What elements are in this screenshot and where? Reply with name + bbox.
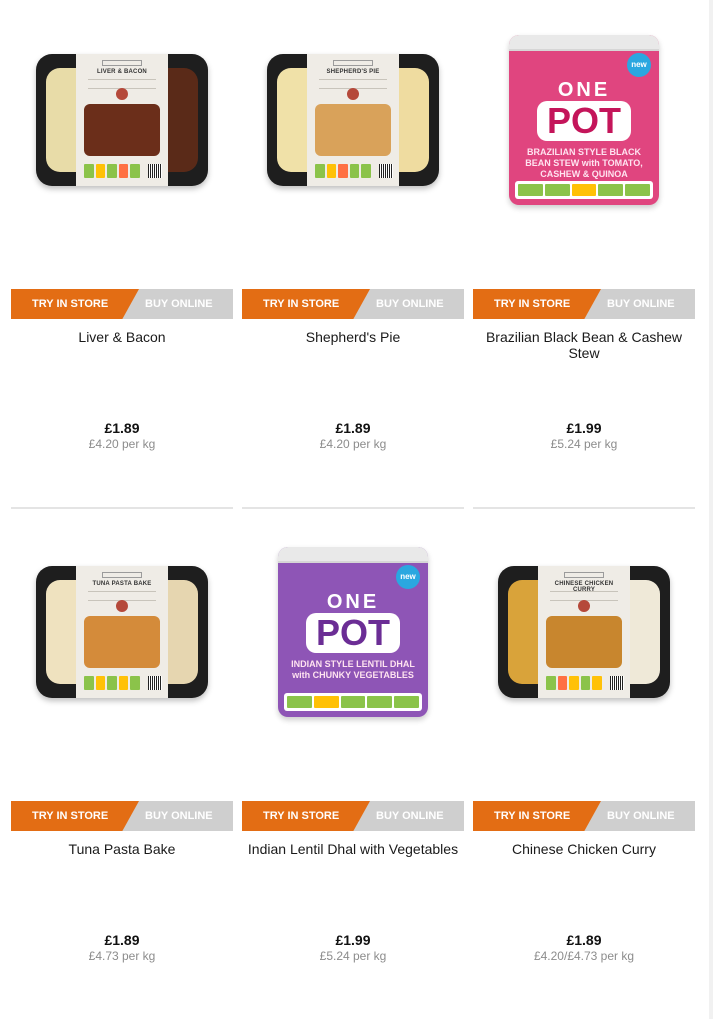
cta-bar: TRY IN STORE BUY ONLINE [11, 801, 233, 831]
try-in-store-button[interactable]: TRY IN STORE [473, 289, 601, 319]
new-badge: new [627, 53, 651, 77]
pot-brand-word: POT [315, 612, 390, 653]
pot-brand-word: POT [546, 100, 621, 141]
divider [473, 507, 695, 509]
product-card[interactable]: new ONE POT BRAZILIAN STYLE BLACK BEAN S… [473, 0, 695, 509]
pack-label: SHEPHERD'S PIE [326, 69, 380, 75]
product-price: £1.99 [335, 932, 371, 948]
product-title[interactable]: Tuna Pasta Bake [11, 841, 233, 857]
product-price: £1.99 [566, 420, 602, 436]
product-card[interactable]: LIVER & BACON TRY IN STORE BUY ONLINE Li… [11, 0, 233, 509]
pot-description: INDIAN STYLE LENTIL DHAL with CHUNKY VEG… [291, 659, 415, 680]
cta-bar: TRY IN STORE BUY ONLINE [473, 289, 695, 319]
buy-online-button[interactable]: BUY ONLINE [123, 801, 233, 831]
unit-price: £5.24 per kg [319, 949, 387, 963]
unit-price: £4.20/£4.73 per kg [533, 949, 635, 963]
product-title[interactable]: Indian Lentil Dhal with Vegetables [242, 841, 464, 857]
divider [242, 507, 464, 509]
cta-bar: TRY IN STORE BUY ONLINE [11, 289, 233, 319]
cta-bar: TRY IN STORE BUY ONLINE [242, 801, 464, 831]
try-in-store-button[interactable]: TRY IN STORE [11, 801, 139, 831]
pot-brand-top: ONE [557, 79, 611, 101]
ready-meal-tray: CHINESE CHICKEN CURRY [498, 566, 670, 698]
pot-description: BRAZILIAN STYLE BLACK BEAN STEW with TOM… [525, 147, 643, 179]
product-title[interactable]: Brazilian Black Bean & Cashew Stew [473, 329, 695, 361]
product-card[interactable]: TUNA PASTA BAKE TRY IN STORE BUY ONLINE … [11, 512, 233, 1012]
product-image[interactable]: CHINESE CHICKEN CURRY [473, 512, 695, 752]
product-price: £1.89 [566, 932, 602, 948]
cta-bar: TRY IN STORE BUY ONLINE [473, 801, 695, 831]
scrollbar[interactable] [709, 0, 713, 1019]
buy-online-button[interactable]: BUY ONLINE [354, 801, 464, 831]
product-price: £1.89 [335, 420, 371, 436]
buy-online-button[interactable]: BUY ONLINE [585, 289, 695, 319]
unit-price: £4.73 per kg [88, 949, 156, 963]
one-pot-tub: new ONE POT INDIAN STYLE LENTIL DHAL wit… [278, 547, 428, 717]
pot-brand-top: ONE [326, 591, 380, 613]
pack-label: LIVER & BACON [97, 69, 147, 75]
ready-meal-tray: TUNA PASTA BAKE [36, 566, 208, 698]
product-image[interactable]: SHEPHERD'S PIE [242, 0, 464, 240]
ready-meal-tray: LIVER & BACON [36, 54, 208, 186]
unit-price: £4.20 per kg [319, 437, 387, 451]
try-in-store-button[interactable]: TRY IN STORE [11, 289, 139, 319]
product-image[interactable]: LIVER & BACON [11, 0, 233, 240]
buy-online-button[interactable]: BUY ONLINE [354, 289, 464, 319]
unit-price: £4.20 per kg [88, 437, 156, 451]
product-card[interactable]: new ONE POT INDIAN STYLE LENTIL DHAL wit… [242, 512, 464, 1012]
product-title[interactable]: Chinese Chicken Curry [473, 841, 695, 857]
divider [11, 507, 233, 509]
try-in-store-button[interactable]: TRY IN STORE [242, 801, 370, 831]
product-price: £1.89 [104, 420, 140, 436]
cta-bar: TRY IN STORE BUY ONLINE [242, 289, 464, 319]
product-title[interactable]: Shepherd's Pie [242, 329, 464, 345]
new-badge: new [396, 565, 420, 589]
product-image[interactable]: new ONE POT BRAZILIAN STYLE BLACK BEAN S… [473, 0, 695, 240]
product-image[interactable]: new ONE POT INDIAN STYLE LENTIL DHAL wit… [242, 512, 464, 752]
one-pot-tub: new ONE POT BRAZILIAN STYLE BLACK BEAN S… [509, 35, 659, 205]
pack-label: TUNA PASTA BAKE [92, 581, 152, 587]
product-price: £1.89 [104, 932, 140, 948]
try-in-store-button[interactable]: TRY IN STORE [242, 289, 370, 319]
ready-meal-tray: SHEPHERD'S PIE [267, 54, 439, 186]
product-title[interactable]: Liver & Bacon [11, 329, 233, 345]
buy-online-button[interactable]: BUY ONLINE [123, 289, 233, 319]
product-card[interactable]: CHINESE CHICKEN CURRY TRY IN STORE BUY O… [473, 512, 695, 1012]
product-card[interactable]: SHEPHERD'S PIE TRY IN STORE BUY ONLINE S… [242, 0, 464, 509]
try-in-store-button[interactable]: TRY IN STORE [473, 801, 601, 831]
product-image[interactable]: TUNA PASTA BAKE [11, 512, 233, 752]
buy-online-button[interactable]: BUY ONLINE [585, 801, 695, 831]
unit-price: £5.24 per kg [550, 437, 618, 451]
